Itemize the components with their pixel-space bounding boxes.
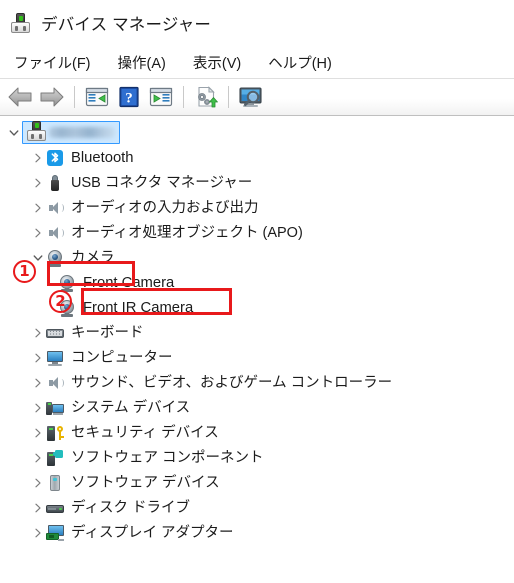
tree-label: カメラ [71, 249, 115, 266]
tree-label: ソフトウェア コンポーネント [71, 449, 264, 466]
question-mark-icon: ? [119, 86, 139, 108]
menu-file[interactable]: ファイル(F) [12, 49, 93, 76]
chevron-right-icon[interactable] [30, 395, 46, 420]
tree-label: セキュリティ デバイス [71, 424, 219, 441]
properties-button[interactable] [146, 82, 176, 112]
toolbar-separator [183, 86, 184, 108]
show-hide-tree-button[interactable] [82, 82, 112, 112]
tree-row-usb-connector-manager[interactable]: USB コネクタ マネージャー [0, 170, 514, 195]
software-component-icon [46, 449, 64, 467]
chevron-right-icon[interactable] [30, 495, 46, 520]
chevron-right-icon[interactable] [30, 220, 46, 245]
software-device-icon [46, 474, 64, 492]
system-device-icon [46, 399, 64, 417]
tree-label: USB コネクタ マネージャー [71, 174, 253, 191]
chevron-right-icon[interactable] [30, 470, 46, 495]
chevron-right-icon[interactable] [30, 370, 46, 395]
scan-hardware-button[interactable] [236, 82, 266, 112]
tree-row-bluetooth[interactable]: Bluetooth [0, 145, 514, 170]
tree-row-sound-video-game-controllers[interactable]: サウンド、ビデオ、およびゲーム コントローラー [0, 370, 514, 395]
tree-row-software-components[interactable]: ソフトウェア コンポーネント [0, 445, 514, 470]
tree-row-disk-drives[interactable]: ディスク ドライブ [0, 495, 514, 520]
tree-row-software-devices[interactable]: ソフトウェア デバイス [0, 470, 514, 495]
chevron-right-icon[interactable] [30, 145, 46, 170]
keyboard-icon [46, 324, 64, 342]
chevron-down-icon[interactable] [30, 245, 46, 270]
chevron-right-icon[interactable] [30, 445, 46, 470]
tree-row-security-devices[interactable]: セキュリティ デバイス [0, 420, 514, 445]
back-button[interactable] [5, 82, 35, 112]
disk-drive-icon [46, 499, 64, 517]
computer-icon [26, 120, 46, 142]
tree-row-cameras[interactable]: カメラ [0, 245, 514, 270]
tree-row-display-adapters[interactable]: ディスプレイ アダプター [0, 520, 514, 545]
forward-button[interactable] [37, 82, 67, 112]
device-tree: Bluetooth USB コネクタ マネージャー オーディオの入力および出力 … [0, 116, 514, 545]
tree-label: Front IR Camera [83, 299, 194, 316]
monitor-icon [46, 349, 64, 367]
update-driver-icon [198, 86, 218, 108]
chevron-down-icon[interactable] [6, 120, 22, 145]
window-title: デバイス マネージャー [41, 16, 212, 34]
chevron-right-icon[interactable] [30, 420, 46, 445]
tree-row-audio-processing-objects[interactable]: オーディオ処理オブジェクト (APO) [0, 220, 514, 245]
speaker-icon [46, 224, 64, 242]
svg-text:?: ? [125, 91, 133, 107]
chevron-right-icon[interactable] [30, 195, 46, 220]
tree-label: Bluetooth [71, 149, 134, 166]
tree-label: コンピューター [71, 349, 173, 366]
device-tree-panel[interactable]: Bluetooth USB コネクタ マネージャー オーディオの入力および出力 … [0, 116, 514, 583]
chevron-right-icon[interactable] [30, 320, 46, 345]
toolbar: ? [0, 78, 514, 116]
toolbar-separator [228, 86, 229, 108]
camera-icon [46, 249, 64, 267]
title-bar: デバイス マネージャー [0, 0, 514, 46]
menu-action[interactable]: 操作(A) [116, 49, 168, 76]
camera-icon [58, 299, 76, 317]
menu-bar: ファイル(F) 操作(A) 表示(V) ヘルプ(H) [0, 46, 514, 78]
display-adapter-icon [46, 524, 64, 542]
camera-icon [58, 274, 76, 292]
bluetooth-icon [46, 149, 64, 167]
redacted-computer-name [49, 127, 115, 138]
tree-row-audio-inputs-outputs[interactable]: オーディオの入力および出力 [0, 195, 514, 220]
speaker-icon [46, 374, 64, 392]
tree-label: ディスク ドライブ [71, 499, 191, 516]
chevron-right-icon[interactable] [30, 170, 46, 195]
tree-row-computer[interactable]: コンピューター [0, 345, 514, 370]
tree-label: オーディオ処理オブジェクト (APO) [71, 224, 303, 241]
tree-label: オーディオの入力および出力 [71, 199, 259, 216]
help-button[interactable]: ? [114, 82, 144, 112]
tree-label: ソフトウェア デバイス [71, 474, 220, 491]
properties-panel-icon [149, 87, 173, 107]
toolbar-separator [74, 86, 75, 108]
tree-label: キーボード [71, 324, 144, 341]
device-manager-window: デバイス マネージャー ファイル(F) 操作(A) 表示(V) ヘルプ(H) ?… [0, 0, 514, 583]
back-arrow-icon [8, 87, 32, 107]
menu-help[interactable]: ヘルプ(H) [266, 49, 334, 76]
speaker-icon [46, 199, 64, 217]
chevron-right-icon[interactable] [30, 345, 46, 370]
tree-row-front-ir-camera[interactable]: Front IR Camera [0, 295, 514, 320]
computer-root-node[interactable] [22, 120, 120, 144]
tree-label: サウンド、ビデオ、およびゲーム コントローラー [71, 374, 393, 391]
tree-row-system-devices[interactable]: システム デバイス [0, 395, 514, 420]
console-tree-icon [85, 87, 109, 107]
security-device-icon [46, 424, 65, 442]
scan-hardware-icon [239, 87, 262, 107]
tree-row-front-camera[interactable]: Front Camera [0, 270, 514, 295]
tree-row-keyboards[interactable]: キーボード [0, 320, 514, 345]
tree-label: Front Camera [83, 274, 175, 291]
device-manager-icon [10, 12, 32, 34]
tree-label: システム デバイス [71, 399, 191, 416]
forward-arrow-icon [40, 87, 64, 107]
tree-row-computer-root[interactable] [0, 120, 514, 145]
tree-label: ディスプレイ アダプター [71, 524, 234, 541]
chevron-right-icon[interactable] [30, 520, 46, 545]
update-driver-button[interactable] [191, 82, 221, 112]
menu-view[interactable]: 表示(V) [191, 49, 243, 76]
usb-connector-icon [46, 174, 64, 192]
